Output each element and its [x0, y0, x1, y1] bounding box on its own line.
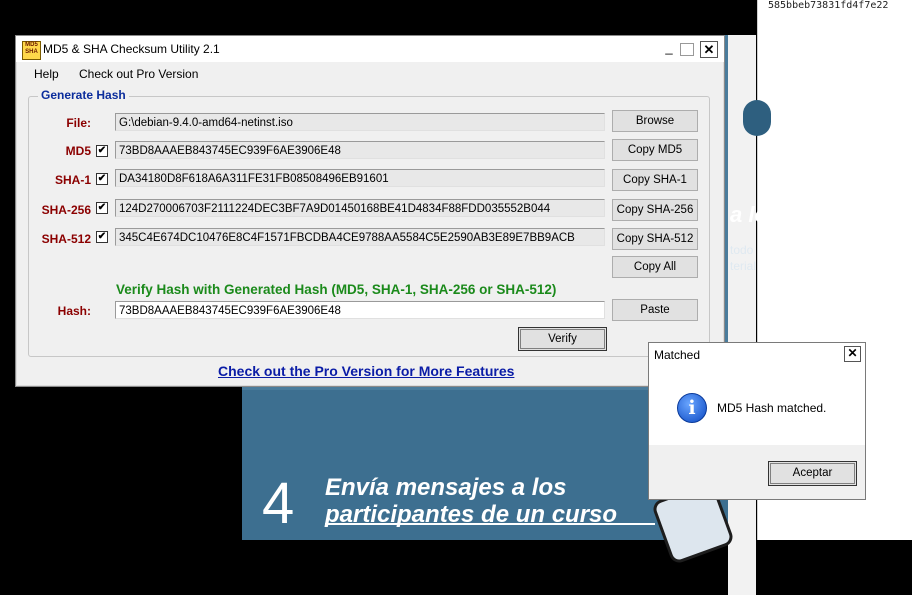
matched-dialog: Matched ✕ i MD5 Hash matched. Aceptar	[648, 342, 866, 500]
pro-version-link[interactable]: Check out the Pro Version for More Featu…	[218, 363, 514, 379]
md5-label: MD5	[65, 144, 91, 158]
sha1-checkbox[interactable]: ✔	[96, 173, 108, 185]
copy-md5-button[interactable]: Copy MD5	[612, 139, 698, 161]
window-title: MD5 & SHA Checksum Utility 2.1	[43, 42, 220, 56]
background-step-title: Envía mensajes a los participantes de un…	[325, 474, 617, 528]
dialog-title: Matched	[654, 348, 701, 362]
sha1-field[interactable]: DA34180D8F618A6A311FE31FB08508496EB91601	[115, 169, 605, 187]
app-icon-text: MD5	[25, 42, 38, 48]
info-icon: i	[677, 393, 707, 423]
background-step-title-line: Envía mensajes a los	[325, 474, 567, 501]
browse-button[interactable]: Browse	[612, 110, 698, 132]
menu-check-out-pro[interactable]: Check out Pro Version	[79, 67, 198, 81]
sha256-label: SHA-256	[41, 203, 91, 217]
background-slide-body-line: todo	[730, 243, 754, 257]
minimize-button[interactable]: _	[660, 40, 678, 56]
md5-checkbox[interactable]: ✔	[96, 145, 108, 157]
sha512-field[interactable]: 345C4E674DC10476E8C4F1571FBCDBA4CE9788AA…	[115, 228, 605, 246]
background-step-underline	[325, 523, 655, 525]
background-editor-text: 585bbeb73831fd4f7e22	[768, 0, 889, 11]
background-slide-body: todo terial	[730, 242, 756, 274]
close-button[interactable]: ✕	[700, 41, 718, 58]
verify-heading: Verify Hash with Generated Hash (MD5, SH…	[116, 282, 557, 297]
copy-sha1-button[interactable]: Copy SHA-1	[612, 169, 698, 191]
sha1-label: SHA-1	[54, 173, 91, 187]
verify-button[interactable]: Verify	[518, 327, 607, 351]
sha512-checkbox[interactable]: ✔	[96, 231, 108, 243]
sha256-checkbox[interactable]: ✔	[96, 202, 108, 214]
dialog-message: MD5 Hash matched.	[717, 401, 827, 415]
app-icon-text: SHA	[25, 49, 38, 55]
md5-field[interactable]: 73BD8AAAEB843745EC939F6AE3906E48	[115, 141, 605, 159]
background-step-number: 4	[262, 471, 295, 536]
sha512-label: SHA-512	[41, 232, 91, 246]
background-slide-heading: a lo	[730, 202, 768, 227]
dialog-title-bar[interactable]: Matched ✕	[649, 343, 865, 365]
copy-sha256-button[interactable]: Copy SHA-256	[612, 199, 698, 221]
hash-input[interactable]: 73BD8AAAEB843745EC939F6AE3906E48	[115, 301, 605, 319]
paste-button[interactable]: Paste	[612, 299, 698, 321]
copy-all-button[interactable]: Copy All	[612, 256, 698, 278]
file-path-field[interactable]: G:\debian-9.4.0-amd64-netinst.iso	[115, 113, 605, 131]
checksum-utility-window: MD5 SHA MD5 & SHA Checksum Utility 2.1 _…	[15, 35, 725, 387]
app-icon: MD5 SHA	[22, 41, 41, 60]
title-bar[interactable]: MD5 SHA MD5 & SHA Checksum Utility 2.1 _…	[16, 36, 724, 62]
hash-label: Hash:	[57, 304, 91, 318]
maximize-button[interactable]	[680, 43, 694, 56]
background-slide-shape	[743, 100, 771, 136]
background-slide-body-line: terial	[730, 259, 757, 273]
dialog-close-button[interactable]: ✕	[844, 346, 861, 362]
generate-hash-group-label: Generate Hash	[38, 88, 129, 102]
menu-help[interactable]: Help	[34, 67, 59, 81]
copy-sha512-button[interactable]: Copy SHA-512	[612, 228, 698, 250]
file-label: File:	[66, 116, 91, 130]
accept-button[interactable]: Aceptar	[768, 461, 857, 486]
sha256-field[interactable]: 124D270006703F2111224DEC3BF7A9D01450168B…	[115, 199, 605, 217]
